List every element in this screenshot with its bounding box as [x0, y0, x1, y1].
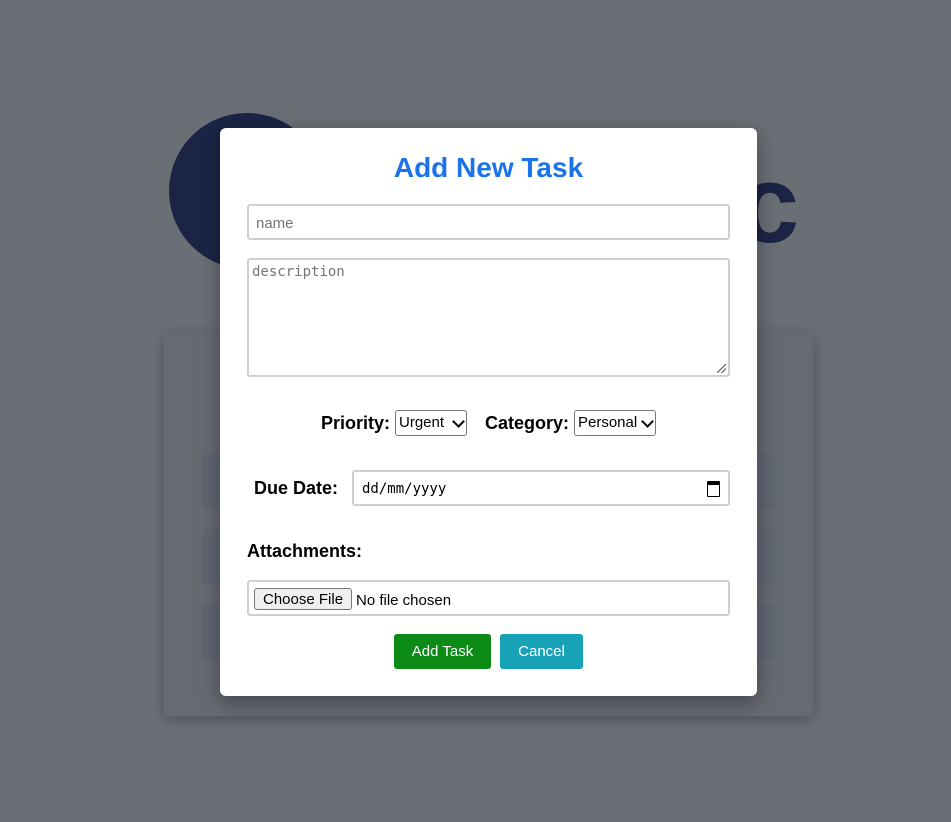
calendar-icon[interactable] — [707, 481, 720, 497]
file-input[interactable]: Choose File No file chosen — [247, 580, 730, 616]
cancel-button[interactable]: Cancel — [500, 634, 583, 669]
due-date-value: dd/mm/yyyy — [362, 481, 447, 497]
priority-selected-value: Urgent — [399, 414, 445, 431]
description-textarea[interactable]: description — [247, 258, 730, 377]
choose-file-button[interactable]: Choose File — [254, 588, 353, 610]
description-placeholder: description — [252, 264, 345, 280]
priority-label: Priority: — [321, 413, 391, 433]
category-label: Category: — [485, 413, 570, 433]
add-task-button[interactable]: Add Task — [394, 634, 491, 669]
attachments-label: Attachments: — [247, 541, 363, 561]
category-select[interactable]: Personal — [574, 410, 656, 436]
name-placeholder: name — [256, 215, 294, 232]
due-date-input[interactable]: dd/mm/yyyy — [352, 470, 730, 506]
due-date-label: Due Date: — [254, 478, 339, 498]
file-status-text: No file chosen — [356, 592, 452, 609]
name-input[interactable]: name — [247, 204, 730, 240]
chevron-down-icon — [452, 415, 465, 428]
category-selected-value: Personal — [578, 414, 638, 431]
resize-grip-icon[interactable] — [717, 364, 726, 373]
chevron-down-icon — [641, 415, 654, 428]
modal-title: Add New Task — [393, 152, 584, 183]
priority-select[interactable]: Urgent — [395, 410, 467, 436]
add-task-modal: Add New Task name description Priority: … — [220, 128, 757, 696]
